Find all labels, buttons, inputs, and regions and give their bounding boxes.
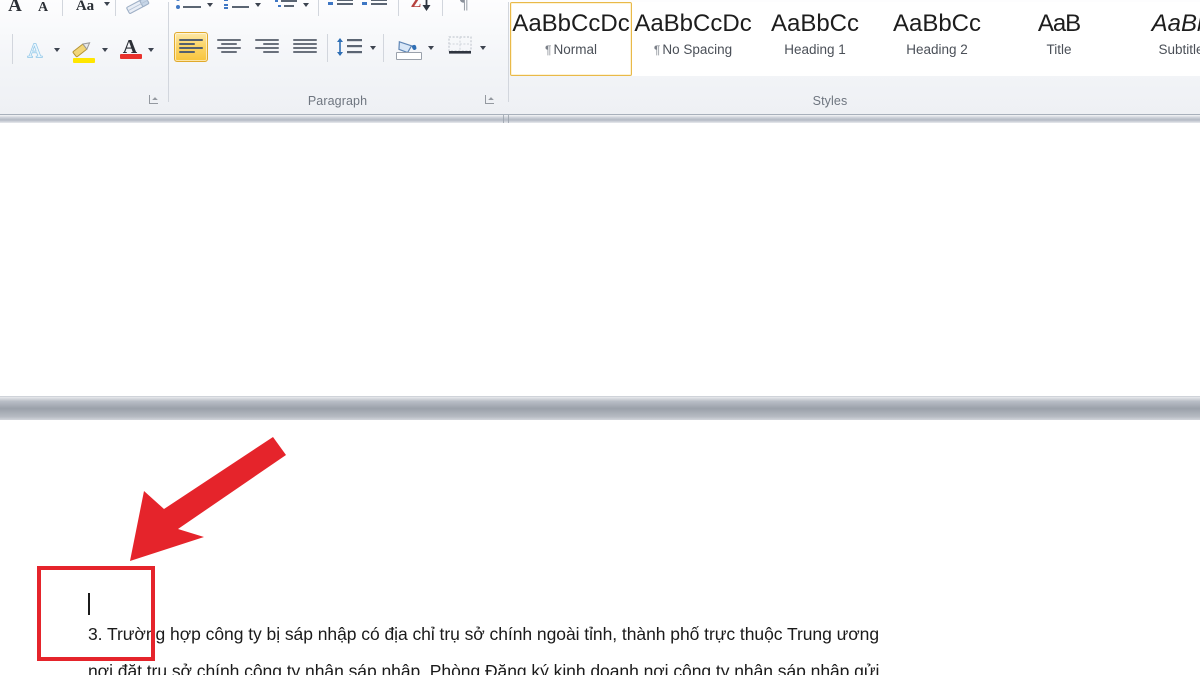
style-title[interactable]: AaB Title: [998, 2, 1120, 76]
ribbon-group-font: A A Aa A A A: [0, 0, 170, 114]
style-no-spacing-label-text: No Spacing: [662, 42, 733, 57]
ribbon-group-styles: AaBbCcDc ¶ Normal AaBbCcDc ¶ No Spacing AaBbCc…: [510, 0, 1200, 114]
line-spacing-chevron-down-icon[interactable]: [370, 46, 376, 50]
style-normal-preview: AaBbCcDc: [512, 10, 630, 37]
group-divider: [168, 2, 169, 102]
style-subtitle-preview: AaBb: [1151, 10, 1200, 37]
increase-indent-icon[interactable]: [360, 0, 390, 17]
multilevel-list-icon[interactable]: [270, 0, 300, 17]
numbering-icon[interactable]: [222, 0, 252, 17]
shrink-font-icon[interactable]: A: [30, 0, 56, 21]
style-title-preview: AaB: [1037, 10, 1081, 37]
red-arrow-annotation: [130, 437, 286, 561]
font-color-icon[interactable]: A: [116, 33, 144, 61]
style-no-spacing-preview: AaBbCcDc: [634, 10, 752, 37]
document-page-previous[interactable]: [0, 123, 1200, 396]
pilcrow-icon: ¶: [545, 43, 552, 57]
style-heading-2[interactable]: AaBbCc Heading 2: [876, 2, 998, 76]
change-case-icon[interactable]: Aa: [68, 0, 102, 19]
document-canvas[interactable]: 3. Trường hợp công ty bị sáp nhập có địa…: [0, 115, 1200, 675]
style-heading-2-preview: AaBbCc: [892, 10, 982, 37]
align-center-icon[interactable]: [212, 32, 246, 62]
clear-formatting-icon[interactable]: [122, 0, 154, 19]
paragraph-dialog-launcher[interactable]: [484, 94, 497, 107]
ribbon-group-paragraph: Z ¶ Paragraph: [170, 0, 505, 114]
borders-icon[interactable]: [444, 31, 476, 61]
style-heading-2-label: Heading 2: [906, 42, 968, 57]
bullets-icon[interactable]: [174, 0, 204, 17]
style-normal[interactable]: AaBbCcDc ¶ Normal: [510, 2, 632, 76]
show-hide-paragraph-marks-icon[interactable]: ¶: [450, 0, 478, 16]
multilevel-chevron-down-icon[interactable]: [303, 3, 309, 7]
style-no-spacing-label: ¶ No Spacing: [654, 42, 732, 57]
bullets-chevron-down-icon[interactable]: [207, 3, 213, 7]
ribbon: A A Aa A A A Z ¶ Paragraph AaBbCcDc ¶ No…: [0, 0, 1200, 115]
numbering-chevron-down-icon[interactable]: [255, 3, 261, 7]
svg-text:A: A: [28, 40, 43, 62]
page-break-separator: [0, 396, 1200, 421]
horizontal-ruler[interactable]: [0, 115, 1200, 123]
shading-icon[interactable]: [392, 31, 424, 61]
pilcrow-icon: ¶: [653, 43, 661, 57]
align-left-icon[interactable]: [174, 32, 208, 62]
highlight-color-swatch: [73, 58, 95, 63]
document-paragraph-line-2: nơi đặt trụ sở chính công ty nhận sáp nh…: [88, 660, 880, 675]
text-highlight-color-icon[interactable]: [68, 36, 98, 64]
style-no-spacing[interactable]: AaBbCcDc ¶ No Spacing: [632, 2, 754, 76]
document-paragraph-line-1: 3. Trường hợp công ty bị sáp nhập có địa…: [88, 623, 880, 644]
style-title-label: Title: [1046, 42, 1072, 57]
font-dialog-launcher[interactable]: [148, 94, 161, 107]
style-subtitle-label: Subtitle: [1158, 42, 1200, 57]
group-divider: [508, 2, 509, 102]
decrease-indent-icon[interactable]: [326, 0, 356, 17]
style-normal-label: ¶ Normal: [545, 42, 597, 57]
align-right-icon[interactable]: [250, 32, 284, 62]
word-window: A A Aa A A A Z ¶ Paragraph AaBbCcDc ¶ No…: [0, 0, 1200, 675]
grow-font-icon[interactable]: A: [2, 0, 28, 20]
borders-chevron-down-icon[interactable]: [480, 46, 486, 50]
style-normal-label-text: Normal: [553, 42, 597, 57]
style-heading-1-label: Heading 1: [784, 42, 846, 57]
font-color-chevron-down-icon[interactable]: [148, 48, 154, 52]
shading-color-swatch: [396, 52, 422, 60]
change-case-chevron-down-icon[interactable]: [104, 2, 110, 6]
red-rectangle-annotation: [37, 566, 155, 661]
justify-icon[interactable]: [288, 32, 322, 62]
text-highlight-chevron-down-icon[interactable]: [102, 48, 108, 52]
paragraph-group-label: Paragraph: [307, 94, 368, 108]
style-heading-1[interactable]: AaBbCc Heading 1: [754, 2, 876, 76]
text-effects-chevron-down-icon[interactable]: [54, 48, 60, 52]
font-color-swatch: [120, 54, 142, 59]
line-and-paragraph-spacing-icon[interactable]: [334, 32, 366, 62]
styles-group-label: Styles: [812, 94, 848, 108]
text-effects-icon[interactable]: A A: [20, 36, 50, 64]
shading-chevron-down-icon[interactable]: [428, 46, 434, 50]
style-subtitle[interactable]: AaBb Subtitle: [1120, 2, 1200, 76]
style-heading-1-preview: AaBbCc: [770, 10, 860, 37]
sort-icon[interactable]: Z: [406, 0, 436, 16]
